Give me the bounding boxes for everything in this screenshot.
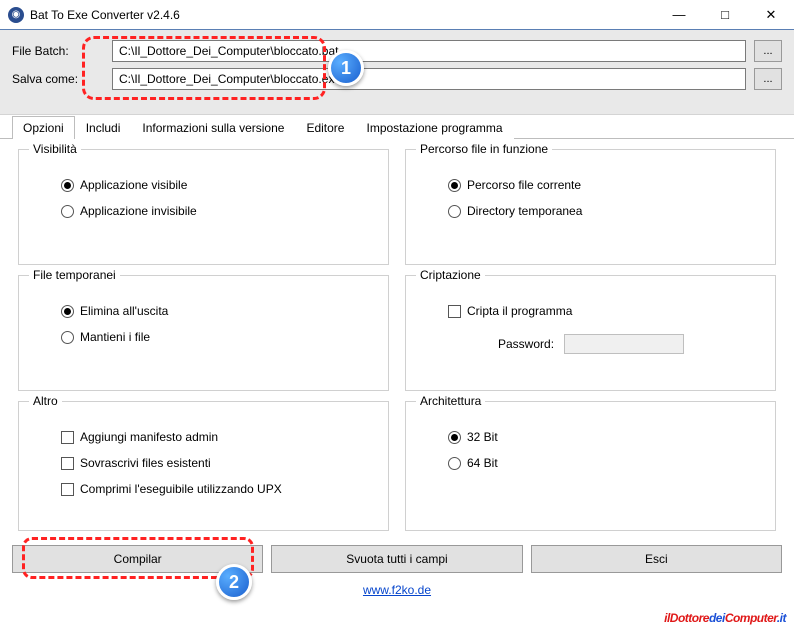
footer-link[interactable]: www.f2ko.de [0,583,794,597]
other-legend: Altro [29,394,62,408]
clear-button[interactable]: Svuota tutti i campi [271,545,522,573]
radio-temp-dir[interactable]: Directory temporanea [448,204,761,218]
tab-version-info[interactable]: Informazioni sulla versione [131,116,295,139]
bottom-buttons: Compilar Svuota tutti i campi Esci [0,539,794,573]
radio-current-dir[interactable]: Percorso file corrente [448,178,761,192]
annotation-badge-2: 2 [216,564,252,600]
radio-keep-files[interactable]: Mantieni i file [61,330,374,344]
tempfiles-legend: File temporanei [29,268,120,282]
group-visibility: Visibilità Applicazione visibile Applica… [18,149,389,265]
encryption-legend: Criptazione [416,268,485,282]
window-title: Bat To Exe Converter v2.4.6 [30,8,656,22]
password-label: Password: [498,337,554,351]
tab-includes[interactable]: Includi [75,116,132,139]
minimize-button[interactable]: — [656,0,702,30]
save-as-row: Salva come: ... [12,68,782,90]
radio-icon [61,205,74,218]
visibility-legend: Visibilità [29,142,81,156]
app-icon: ◉ [8,7,24,23]
tab-editor[interactable]: Editore [295,116,355,139]
file-panel: File Batch: ... Salva come: ... [0,30,794,115]
check-upx[interactable]: Comprimi l'eseguibile utilizzando UPX [61,482,374,496]
radio-icon [61,305,74,318]
radio-delete-on-exit[interactable]: Elimina all'uscita [61,304,374,318]
tab-program-settings[interactable]: Impostazione programma [355,116,513,139]
radio-visible[interactable]: Applicazione visibile [61,178,374,192]
radio-icon [448,457,461,470]
group-architecture: Architettura 32 Bit 64 Bit [405,401,776,531]
password-row: Password: [498,334,761,354]
radio-icon [61,179,74,192]
radio-icon [448,205,461,218]
browse-saveas-button[interactable]: ... [754,68,782,90]
save-as-label: Salva come: [12,72,104,86]
workingdir-legend: Percorso file in funzione [416,142,552,156]
checkbox-icon [61,431,74,444]
watermark: ilDottoredeiComputer.it [664,606,786,627]
check-admin-manifest[interactable]: Aggiungi manifesto admin [61,430,374,444]
checkbox-icon [448,305,461,318]
file-batch-row: File Batch: ... [12,40,782,62]
exit-button[interactable]: Esci [531,545,782,573]
check-overwrite[interactable]: Sovrascrivi files esistenti [61,456,374,470]
radio-invisible[interactable]: Applicazione invisibile [61,204,374,218]
browse-batch-button[interactable]: ... [754,40,782,62]
maximize-button[interactable]: □ [702,0,748,30]
file-batch-input[interactable] [112,40,746,62]
tab-options[interactable]: Opzioni [12,116,75,139]
save-as-input[interactable] [112,68,746,90]
checkbox-icon [61,483,74,496]
group-encryption: Criptazione Cripta il programma Password… [405,275,776,391]
password-input[interactable] [564,334,684,354]
architecture-legend: Architettura [416,394,485,408]
tabs: Opzioni Includi Informazioni sulla versi… [0,115,794,139]
group-workingdir: Percorso file in funzione Percorso file … [405,149,776,265]
radio-64bit[interactable]: 64 Bit [448,456,761,470]
check-encrypt[interactable]: Cripta il programma [448,304,761,318]
options-panel: Visibilità Applicazione visibile Applica… [0,139,794,539]
radio-icon [448,431,461,444]
file-batch-label: File Batch: [12,44,104,58]
radio-icon [61,331,74,344]
annotation-badge-1: 1 [328,50,364,86]
radio-icon [448,179,461,192]
group-other: Altro Aggiungi manifesto admin Sovrascri… [18,401,389,531]
radio-32bit[interactable]: 32 Bit [448,430,761,444]
close-button[interactable]: ✕ [748,0,794,30]
titlebar: ◉ Bat To Exe Converter v2.4.6 — □ ✕ [0,0,794,30]
group-tempfiles: File temporanei Elimina all'uscita Manti… [18,275,389,391]
checkbox-icon [61,457,74,470]
